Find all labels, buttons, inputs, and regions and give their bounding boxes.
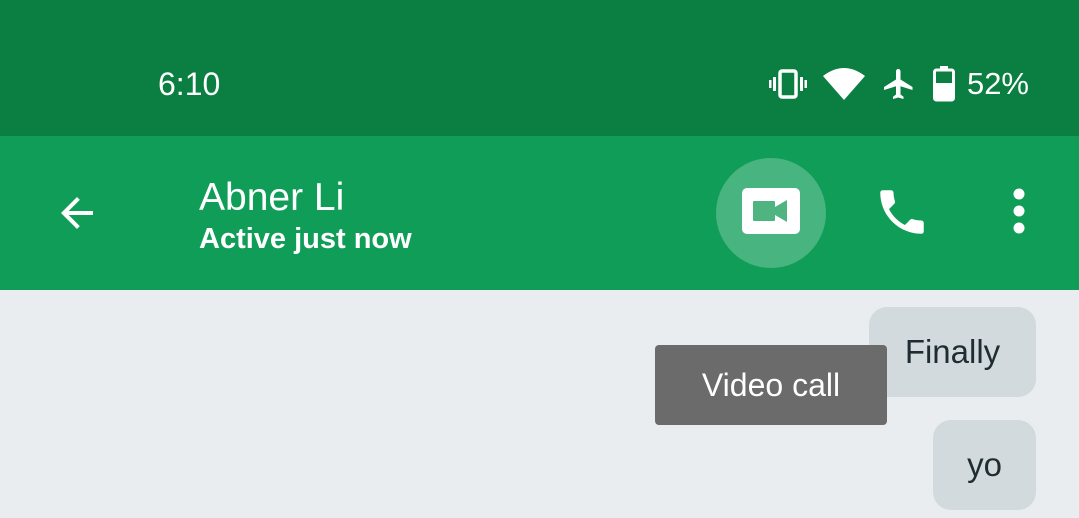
- message-bubble[interactable]: Finally: [869, 307, 1036, 397]
- battery-icon: [932, 66, 955, 102]
- message-text: yo: [967, 446, 1002, 483]
- vibrate-icon: [768, 69, 807, 99]
- wifi-icon: [822, 68, 865, 100]
- phone-icon: [873, 183, 931, 246]
- contact-name[interactable]: Abner Li: [199, 176, 344, 220]
- video-call-button[interactable]: [716, 158, 826, 268]
- contact-status: Active just now: [199, 223, 412, 255]
- back-arrow-icon: [53, 189, 101, 242]
- more-options-button[interactable]: [994, 180, 1044, 246]
- video-camera-icon: [742, 187, 800, 239]
- back-button[interactable]: [44, 182, 110, 248]
- conversation-toolbar: Abner Li Active just now: [0, 136, 1079, 290]
- status-time: 6:10: [158, 66, 221, 102]
- status-icons: 52%: [768, 62, 1029, 106]
- airplane-icon: [881, 66, 917, 102]
- more-vert-icon: [1013, 188, 1025, 239]
- battery-percent: 52%: [966, 66, 1029, 101]
- message-bubble[interactable]: yo: [933, 420, 1036, 510]
- video-call-tooltip: Video call: [655, 345, 887, 425]
- status-bar: 6:10 52%: [0, 0, 1079, 136]
- message-text: Finally: [904, 333, 1001, 370]
- voice-call-button[interactable]: [868, 180, 936, 248]
